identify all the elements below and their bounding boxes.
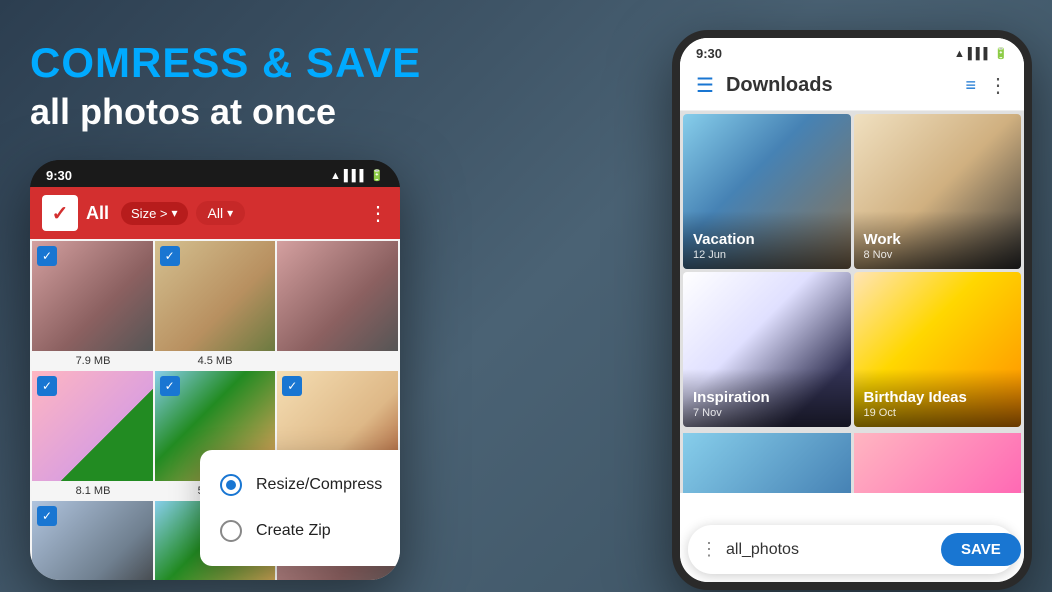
photo-size-2: 4.5 MB [154,353,276,369]
folder-birthday-date: 19 Oct [864,407,1012,419]
chevron-down-icon-2: ▾ [227,206,233,220]
photo-cell[interactable]: ✓ [32,241,153,351]
create-zip-option[interactable]: Create Zip [200,508,400,554]
time-right: 9:30 [696,46,722,61]
phone-right: 9:30 ▲ ▌▌▌ 🔋 ☰ Downloads ≡ ⋮ Vacation 12… [672,30,1032,590]
folder-inspiration-overlay: Inspiration 7 Nov [683,369,851,427]
selection-toolbar[interactable]: ✓ All Size > ▾ All ▾ ⋮ [30,187,400,239]
photo-checkbox-2[interactable]: ✓ [160,246,180,266]
folder-work-overlay: Work 8 Nov [854,211,1022,269]
signal-icon: ▌▌▌ [344,170,367,182]
photo-cell[interactable]: ✓ [32,371,153,481]
photo-checkbox-5[interactable]: ✓ [160,376,180,396]
folder-vacation-overlay: Vacation 12 Jun [683,211,851,269]
save-bar-icon[interactable]: ⋮ [700,539,718,560]
photo-cell[interactable]: ✓ [32,501,153,580]
more-options-button[interactable]: ⋮ [368,201,388,226]
select-all-checkbox[interactable]: ✓ [42,195,78,231]
folder-work-date: 8 Nov [864,249,1012,261]
photo-size-4: 8.1 MB [32,483,154,499]
wifi-icon-right: ▲ [954,48,965,60]
list-view-icon[interactable]: ≡ [965,75,976,96]
folder-work-name: Work [864,231,1012,248]
photo-checkbox-7[interactable]: ✓ [37,506,57,526]
status-icons-left: ▲ ▌▌▌ 🔋 [330,169,384,182]
chevron-down-icon: ▾ [172,206,178,220]
folder-grid: Vacation 12 Jun Work 8 Nov Inspiration 7… [680,111,1024,430]
time-left: 9:30 [46,168,72,183]
subheadline: all photos at once [30,90,450,133]
signal-icon-right: ▌▌▌ [968,48,991,60]
photo-size-1: 7.9 MB [32,353,154,369]
hamburger-menu-icon[interactable]: ☰ [696,73,714,98]
all-label: All [86,203,109,224]
photo-size-3 [276,353,398,369]
folder-vacation-date: 12 Jun [693,249,841,261]
downloads-toolbar: ☰ Downloads ≡ ⋮ [680,65,1024,111]
photo-checkbox-1[interactable]: ✓ [37,246,57,266]
type-filter-label: All [208,205,224,221]
folder-inspiration-date: 7 Nov [693,407,841,419]
status-bar-left: 9:30 ▲ ▌▌▌ 🔋 [30,160,400,187]
folder-inspiration[interactable]: Inspiration 7 Nov [683,272,851,427]
folder-birthday-name: Birthday Ideas [864,389,1012,406]
checkmark-icon: ✓ [52,201,69,226]
resize-compress-option[interactable]: Resize/Compress [200,462,400,508]
resize-compress-label: Resize/Compress [256,476,382,494]
type-filter-dropdown[interactable]: All ▾ [196,201,246,225]
radio-zip[interactable] [220,520,242,542]
folder-extra-1[interactable] [683,433,851,493]
battery-icon-right: 🔋 [994,47,1008,60]
downloads-title: Downloads [726,74,966,97]
radio-inner-dot [226,480,236,490]
folder-extra-2[interactable] [854,433,1022,493]
action-popup-menu: Resize/Compress Create Zip [200,450,400,566]
filename-input[interactable] [726,541,933,559]
more-options-icon[interactable]: ⋮ [988,73,1008,98]
marketing-text: COMRESS & SAVE all photos at once [30,40,450,133]
save-button[interactable]: SAVE [941,533,1021,566]
phone-left: 9:30 ▲ ▌▌▌ 🔋 ✓ All Size > ▾ All ▾ ⋮ ✓ ✓ [30,160,400,580]
battery-icon: 🔋 [370,169,384,182]
save-bar: ⋮ SAVE [688,525,1016,574]
folder-birthday-overlay: Birthday Ideas 19 Oct [854,369,1022,427]
size-filter-label: Size > [131,206,168,221]
folder-vacation[interactable]: Vacation 12 Jun [683,114,851,269]
status-icons-right: ▲ ▌▌▌ 🔋 [954,47,1008,60]
photo-checkbox-4[interactable]: ✓ [37,376,57,396]
folder-work[interactable]: Work 8 Nov [854,114,1022,269]
size-filter-dropdown[interactable]: Size > ▾ [121,202,188,225]
radio-resize[interactable] [220,474,242,496]
wifi-icon: ▲ [330,170,341,182]
photo-cell[interactable] [277,241,398,351]
folder-vacation-name: Vacation [693,231,841,248]
photo-grid: ✓ ✓ [30,239,400,353]
create-zip-label: Create Zip [256,522,331,540]
phone-right-inner: 9:30 ▲ ▌▌▌ 🔋 ☰ Downloads ≡ ⋮ Vacation 12… [680,38,1024,582]
status-bar-right: 9:30 ▲ ▌▌▌ 🔋 [680,38,1024,65]
headline: COMRESS & SAVE [30,40,450,86]
photo-checkbox-6[interactable]: ✓ [282,376,302,396]
folder-inspiration-name: Inspiration [693,389,841,406]
photo-cell[interactable]: ✓ [155,241,276,351]
folder-birthday[interactable]: Birthday Ideas 19 Oct [854,272,1022,427]
